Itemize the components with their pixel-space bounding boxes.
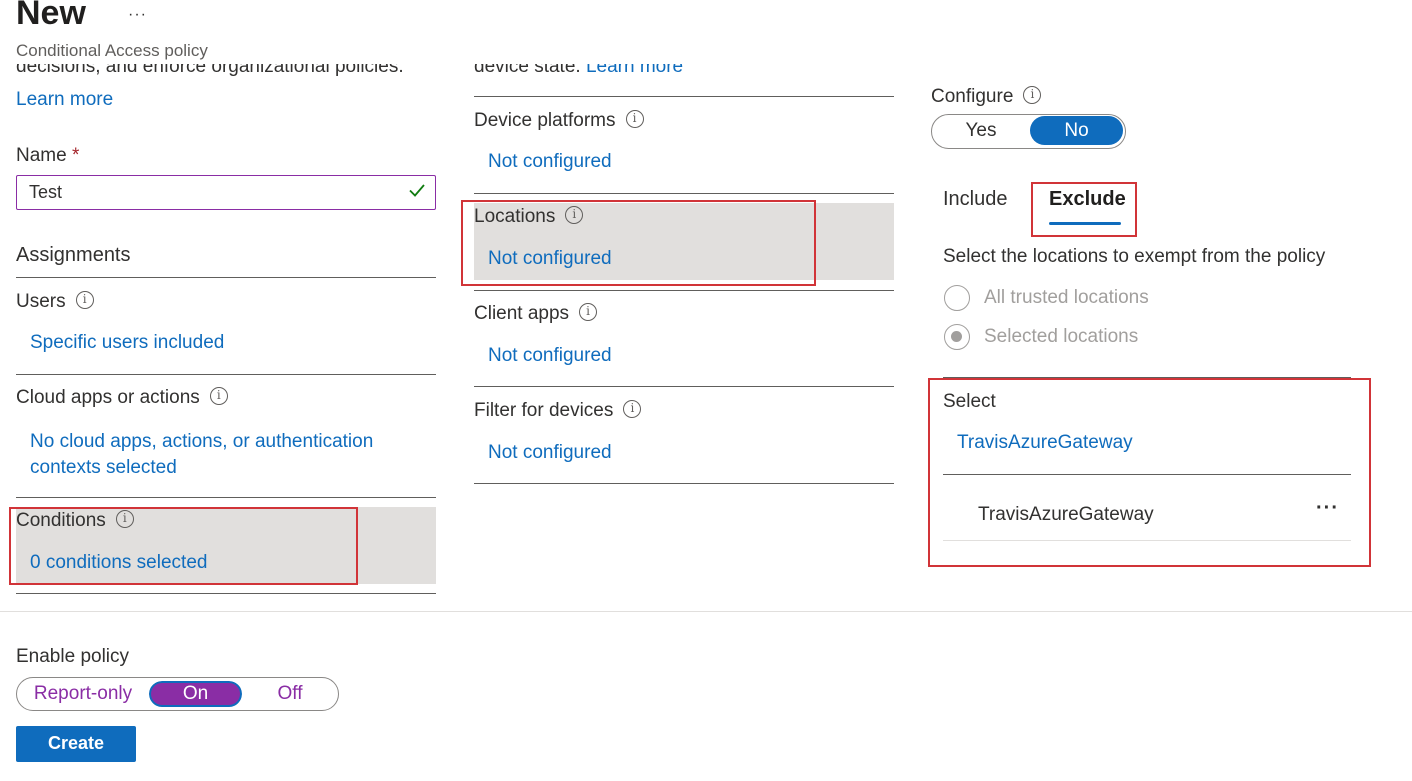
selected-location-item: TravisAzureGateway [978,504,1154,525]
enable-policy-label: Enable policy [16,646,130,667]
highlight-box [1031,182,1137,237]
info-icon[interactable]: i [115,509,134,528]
client-apps-label: Client apps i [474,302,598,325]
radio-selected-label: Selected locations [984,326,1139,347]
divider [474,96,894,97]
locations-label: Locations i [474,205,584,228]
divider [474,193,894,194]
conditions-label: Conditions i [16,509,134,532]
divider [474,483,894,484]
divider [16,374,436,375]
info-icon[interactable]: i [625,109,644,128]
divider [943,540,1351,541]
cloud-apps-value-link[interactable]: No cloud apps, actions, or authenticatio… [30,429,373,481]
divider [16,277,436,278]
configure-no-option[interactable]: No [1030,116,1123,145]
checkmark-icon [407,178,427,211]
page-title: New [16,0,86,32]
info-icon[interactable]: i [75,290,94,309]
info-icon[interactable]: i [565,205,584,224]
client-apps-value-link[interactable]: Not configured [488,345,612,367]
filter-devices-label: Filter for devices i [474,399,642,422]
footer-divider [0,611,1412,612]
info-icon[interactable]: i [1023,85,1042,104]
item-more-icon[interactable]: ··· [1316,497,1339,520]
enable-policy-toggle: Report-only On Off [16,677,339,711]
configure-toggle: Yes No [931,114,1126,149]
users-value-link[interactable]: Specific users included [30,332,224,354]
policy-name-input[interactable]: Test [16,175,436,210]
create-button[interactable]: Create [16,726,136,762]
description-cut-text: decisions, and enforce organizational po… [16,64,404,77]
divider [16,593,436,594]
locations-value-link[interactable]: Not configured [488,248,612,270]
device-platforms-value-link[interactable]: Not configured [488,151,612,173]
users-label: Users i [16,290,94,313]
info-icon[interactable]: i [209,386,228,405]
divider [474,290,894,291]
on-option[interactable]: On [148,680,243,708]
device-state-cut-text: device state. Learn more [474,64,684,77]
required-indicator: * [71,145,80,166]
report-only-option[interactable]: Report-only [17,678,149,709]
divider [474,386,894,387]
device-platforms-label: Device platforms i [474,109,644,132]
conditions-value-link[interactable]: 0 conditions selected [30,552,207,574]
learn-more-link[interactable]: Learn more [16,89,113,111]
radio-all-trusted-label: All trusted locations [984,287,1149,308]
radio-all-trusted[interactable] [944,285,970,311]
radio-selected-locations[interactable] [944,324,970,350]
more-options-icon[interactable]: ··· [128,6,147,24]
off-option[interactable]: Off [243,678,337,709]
cloud-apps-label: Cloud apps or actions i [16,386,228,409]
filter-devices-value-link[interactable]: Not configured [488,442,612,464]
info-icon[interactable]: i [579,302,598,321]
page-subtitle: Conditional Access policy [16,41,208,60]
assignments-heading: Assignments [16,244,131,266]
divider [943,474,1351,475]
name-label: Name * [16,145,80,166]
exclude-description: Select the locations to exempt from the … [943,246,1326,267]
select-locations-link[interactable]: TravisAzureGateway [957,432,1133,454]
select-label: Select [943,391,996,412]
policy-name-value: Test [29,182,63,202]
divider [16,497,436,498]
configure-yes-option[interactable]: Yes [932,115,1030,147]
info-icon[interactable]: i [623,399,642,418]
tab-include[interactable]: Include [943,188,1008,211]
configure-label: Configure i [931,85,1042,108]
